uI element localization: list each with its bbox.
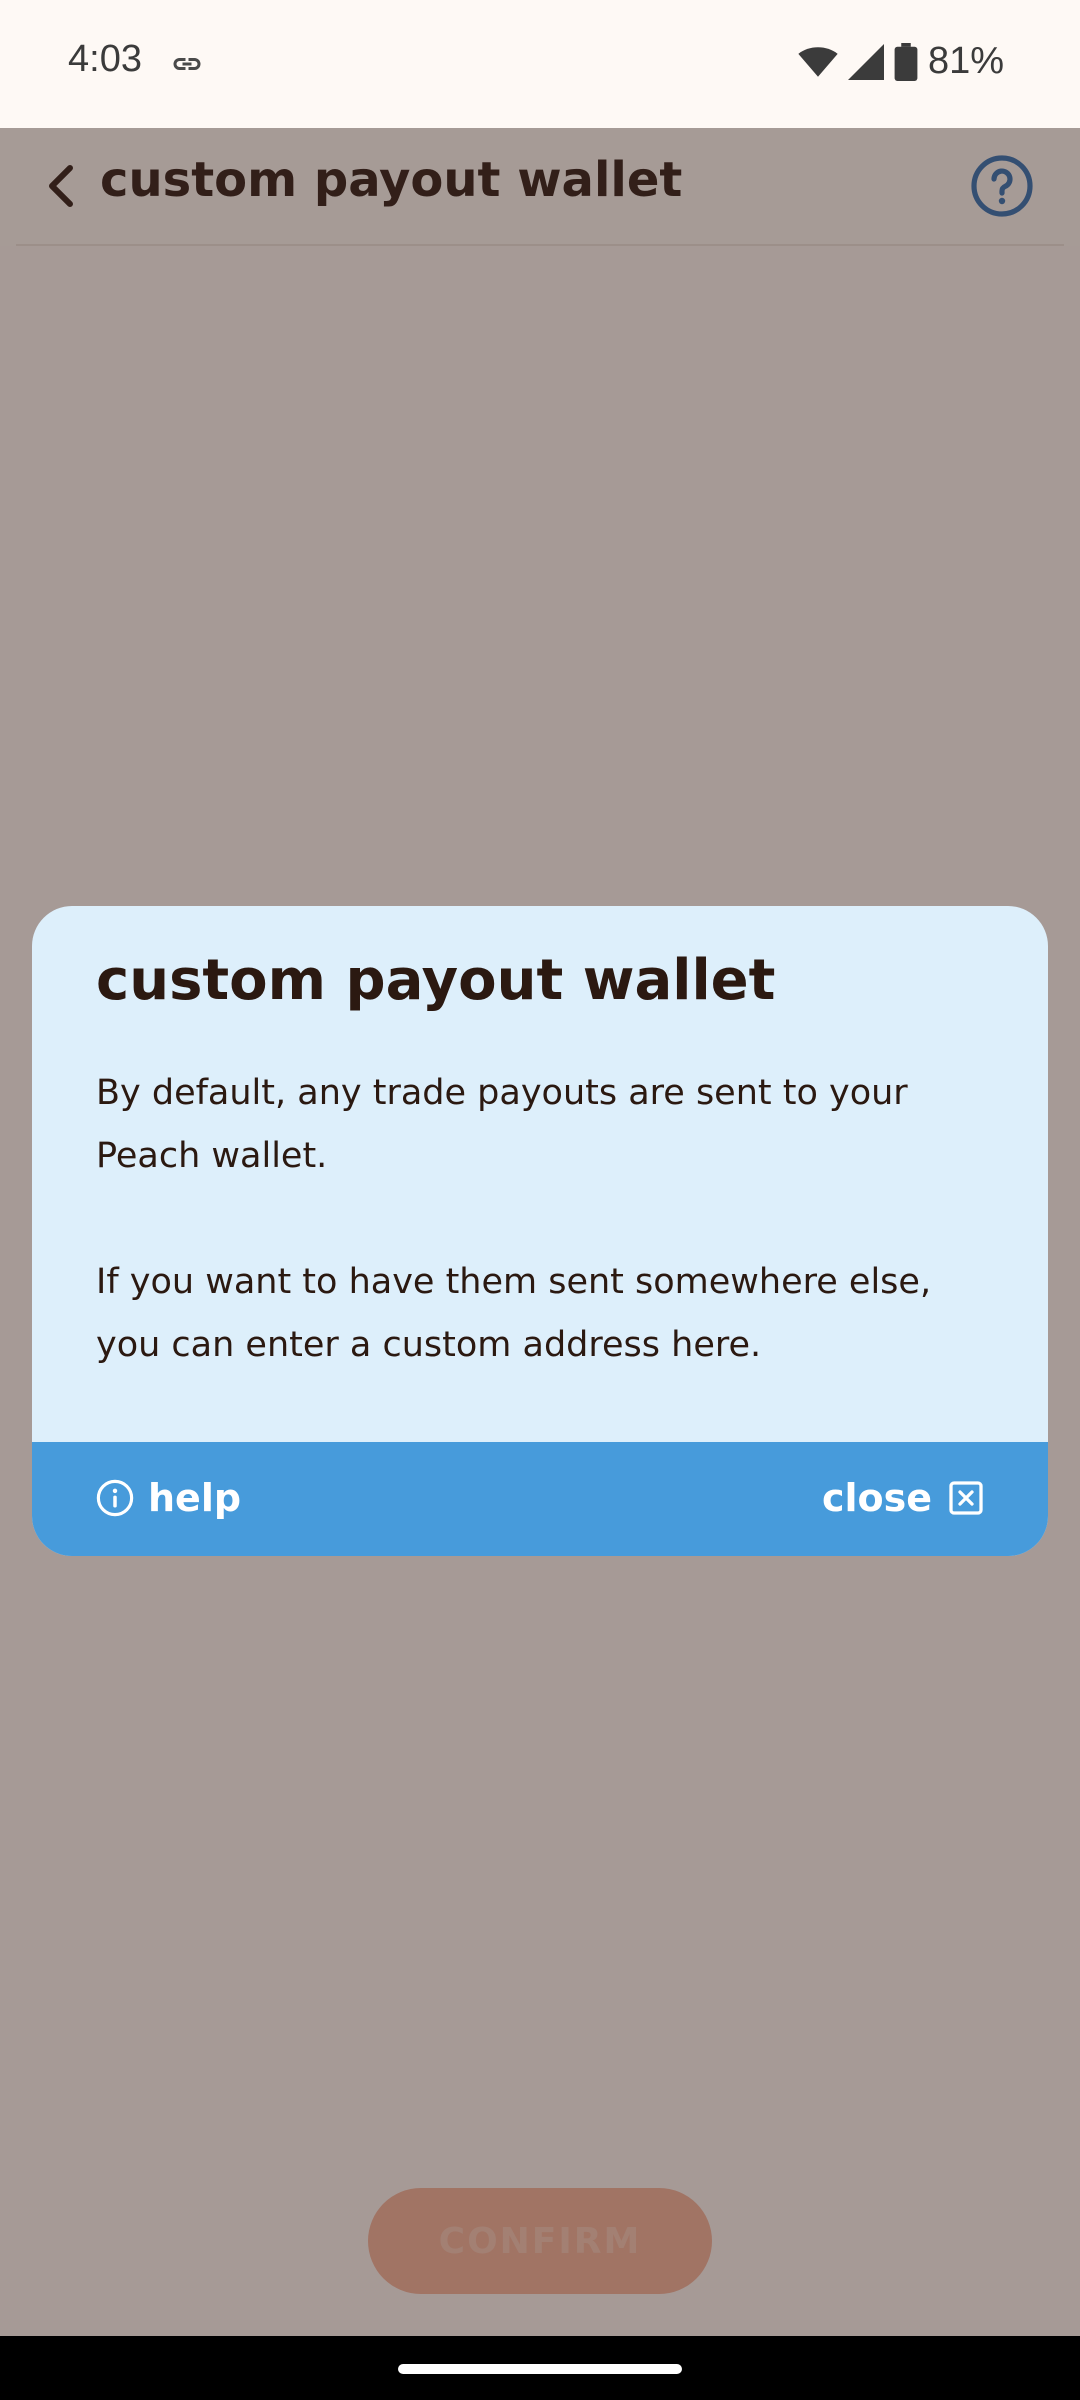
modal-footer: help close <box>32 1442 1048 1556</box>
modal-title: custom payout wallet <box>96 948 776 1013</box>
help-button[interactable]: help <box>96 1476 241 1520</box>
navigation-bar <box>0 2336 1080 2400</box>
modal-paragraph: By default, any trade payouts are sent t… <box>96 1073 908 1176</box>
info-modal: custom payout wallet By default, any tra… <box>32 906 1048 1556</box>
status-time: 4:03 <box>68 38 142 80</box>
signal-icon <box>847 43 884 80</box>
info-circle-icon <box>96 1479 134 1517</box>
close-button[interactable]: close <box>822 1476 984 1520</box>
help-label: help <box>148 1476 242 1520</box>
modal-body: By default, any trade payouts are sent t… <box>96 1062 996 1440</box>
status-bar: 4:03 81% <box>0 0 1080 128</box>
battery-percent: 81% <box>927 40 1004 82</box>
modal-paragraph: If you want to have them sent somewhere … <box>96 1262 932 1365</box>
battery-icon <box>894 42 918 81</box>
close-box-icon <box>949 1481 983 1515</box>
close-label: close <box>821 1476 932 1520</box>
wifi-icon <box>798 46 838 77</box>
home-indicator[interactable] <box>398 2364 682 2374</box>
status-icons: 81% <box>798 40 1004 83</box>
link-icon <box>173 58 201 70</box>
